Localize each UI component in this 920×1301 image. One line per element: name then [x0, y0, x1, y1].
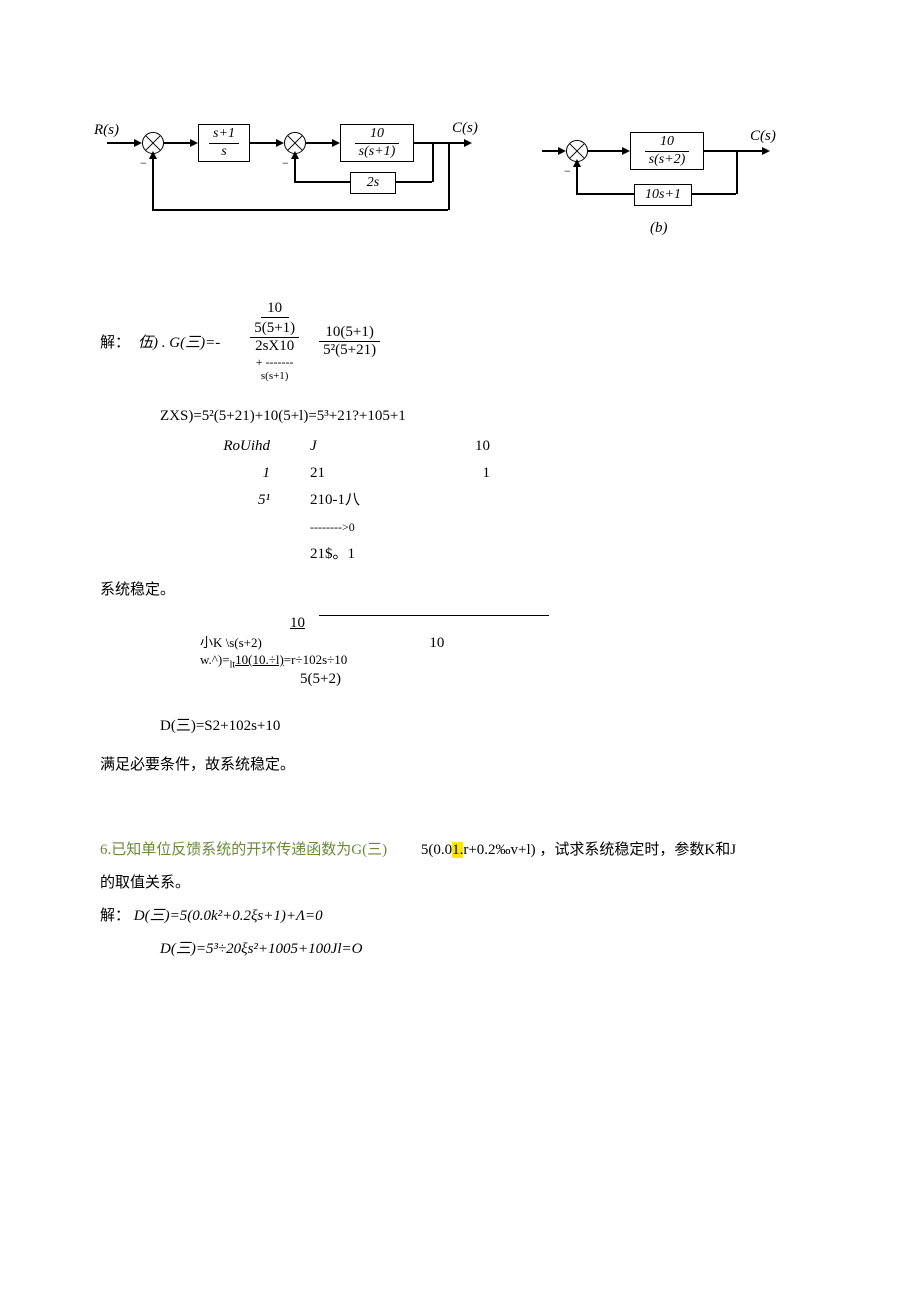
minus-sign: − — [140, 156, 147, 171]
wire — [107, 142, 135, 144]
transfer-block-b2: 10s+1 — [634, 184, 692, 206]
p6-frac-b: r+0.2‰v+l) — [463, 842, 535, 858]
arrowhead — [149, 151, 157, 159]
wire — [306, 142, 334, 144]
arrowhead — [622, 147, 630, 155]
transfer-block-3: 2s — [350, 172, 396, 194]
wire — [588, 150, 624, 152]
block-diagrams-row: R(s) − s+1 s − 10 s(s+1) — [100, 120, 820, 260]
routh-title: RoUihd — [200, 433, 270, 460]
wire — [250, 142, 278, 144]
wire — [164, 142, 192, 144]
arrowhead — [291, 151, 299, 159]
sol-b-block: 10 小K \s(s+2) 10 w.^)=lt10(10.÷l)=r÷102s… — [200, 615, 820, 688]
sol-b-top-num: 10 — [290, 615, 305, 632]
solution-a-g-equation: 解： 伍) . G(三)=- 10 5(5+1) 2sX10 + -------… — [100, 300, 820, 382]
wire — [736, 150, 738, 194]
wire — [704, 150, 764, 152]
arrowhead — [762, 147, 770, 155]
sol-a-dxs: ZXS)=5²(5+21)+10(5+l)=5³+21?+105+1 — [160, 408, 820, 425]
p6-sol-prefix: 解： — [100, 908, 130, 924]
solution-prefix: 解： — [100, 331, 130, 352]
p6-line2: 的取值关系。 — [100, 867, 820, 900]
arrowhead — [573, 159, 581, 167]
wire — [414, 142, 466, 144]
p6-sol1: D(三)=5(0.0k²+0.2ξs+1)+Λ=0 — [134, 908, 323, 924]
blockb1-den: s(s+2) — [645, 152, 690, 169]
minus-sign: − — [282, 156, 289, 171]
sol-a-f1-plus: + ------- — [250, 355, 299, 370]
wire — [690, 193, 736, 195]
arrowhead — [332, 139, 340, 147]
diagram-b-caption: (b) — [650, 220, 668, 237]
wire — [152, 154, 154, 209]
routh-r4-c2: 21$。1 — [310, 541, 410, 568]
block2-den: s(s+1) — [355, 144, 400, 161]
sol-b-line3: 5(5+2) — [300, 671, 820, 688]
arrowhead — [134, 139, 142, 147]
wire — [576, 193, 634, 195]
p6-frac-a: 5(0.0 — [421, 842, 452, 858]
sol-a-f2-den: 5²(5+21) — [319, 342, 380, 359]
blockb1-num: 10 — [645, 134, 690, 152]
sol-a-f1-top: 10 — [261, 300, 289, 317]
minus-sign: − — [564, 164, 571, 179]
routh-r1-c2: J — [310, 433, 410, 460]
sol-b-line2a: 小K \s(s+2) — [200, 635, 262, 650]
wire — [294, 181, 350, 183]
sol-a-f1-num: 5(5+1) — [250, 320, 299, 338]
block2-num: 10 — [355, 126, 400, 144]
block-diagram-b: − 10 s(s+2) C(s) 10s+1 (b) — [550, 128, 790, 248]
signal-c-s: C(s) — [452, 120, 478, 137]
sol-b-line2b-rest: =r÷102s÷10 — [284, 652, 348, 667]
p6-hl: 1. — [452, 842, 463, 858]
sol-a-f1-den: 2sX10 — [250, 338, 299, 355]
arrowhead — [464, 139, 472, 147]
sol-a-stable: 系统稳定。 — [100, 578, 820, 599]
transfer-block-b1: 10 s(s+2) — [630, 132, 704, 170]
sol-a-f2-num: 10(5+1) — [319, 324, 380, 342]
arrowhead — [190, 139, 198, 147]
blockb2-label: 10s+1 — [645, 187, 681, 203]
sol-a-f1-extra: s(s+1) — [250, 370, 299, 382]
arrowhead — [276, 139, 284, 147]
routh-r2-c3: 1 — [450, 460, 490, 487]
sol-b-ds: D(三)=S2+102s+10 — [160, 714, 820, 735]
p6-sol2: D(三)=5³÷20ξs²+1005+100Jl=O — [160, 941, 362, 957]
block3-label: 2s — [367, 175, 379, 191]
sol-a-line1a: 伍) . G(三)=- — [138, 331, 220, 352]
arrowhead — [558, 147, 566, 155]
wire — [152, 209, 448, 211]
signal-c-s-b: C(s) — [750, 128, 776, 145]
sol-b-stable: 满足必要条件，故系统稳定。 — [100, 753, 820, 774]
sol-b-line2b-prefix: w.^)= — [200, 652, 230, 667]
p6-tail: ，试求系统稳定时，参数K和J — [539, 842, 736, 858]
routh-table: RoUihd J 10 1 21 1 5¹ 210-1八 -------->0 … — [200, 433, 820, 568]
p6-title: 6.已知单位反馈系统的开环传递函数为G(三) — [100, 842, 387, 858]
sol-b-right10: 10 — [429, 635, 444, 651]
routh-r3-arrow: -------->0 — [310, 520, 355, 534]
block1-den: s — [209, 144, 239, 161]
problem-6: 6.已知单位反馈系统的开环传递函数为G(三) 5(0.01.r+0.2‰v+l)… — [100, 834, 820, 966]
wire — [432, 142, 434, 182]
routh-r1-c3: 10 — [450, 433, 490, 460]
routh-r2-c1: 1 — [200, 460, 270, 487]
wire — [394, 181, 432, 183]
sol-b-line2b-under: 10(10.÷l) — [235, 652, 284, 667]
transfer-block-1: s+1 s — [198, 124, 250, 162]
wire — [448, 142, 450, 210]
block-diagram-a: R(s) − s+1 s − 10 s(s+1) — [112, 120, 492, 230]
signal-r-s: R(s) — [94, 122, 119, 139]
block1-num: s+1 — [209, 126, 239, 144]
routh-r2-c2: 21 — [310, 460, 410, 487]
routh-r3-c1: 5¹ — [200, 487, 270, 541]
routh-r3-c2: 210-1八 — [310, 492, 360, 508]
transfer-block-2: 10 s(s+1) — [340, 124, 414, 162]
